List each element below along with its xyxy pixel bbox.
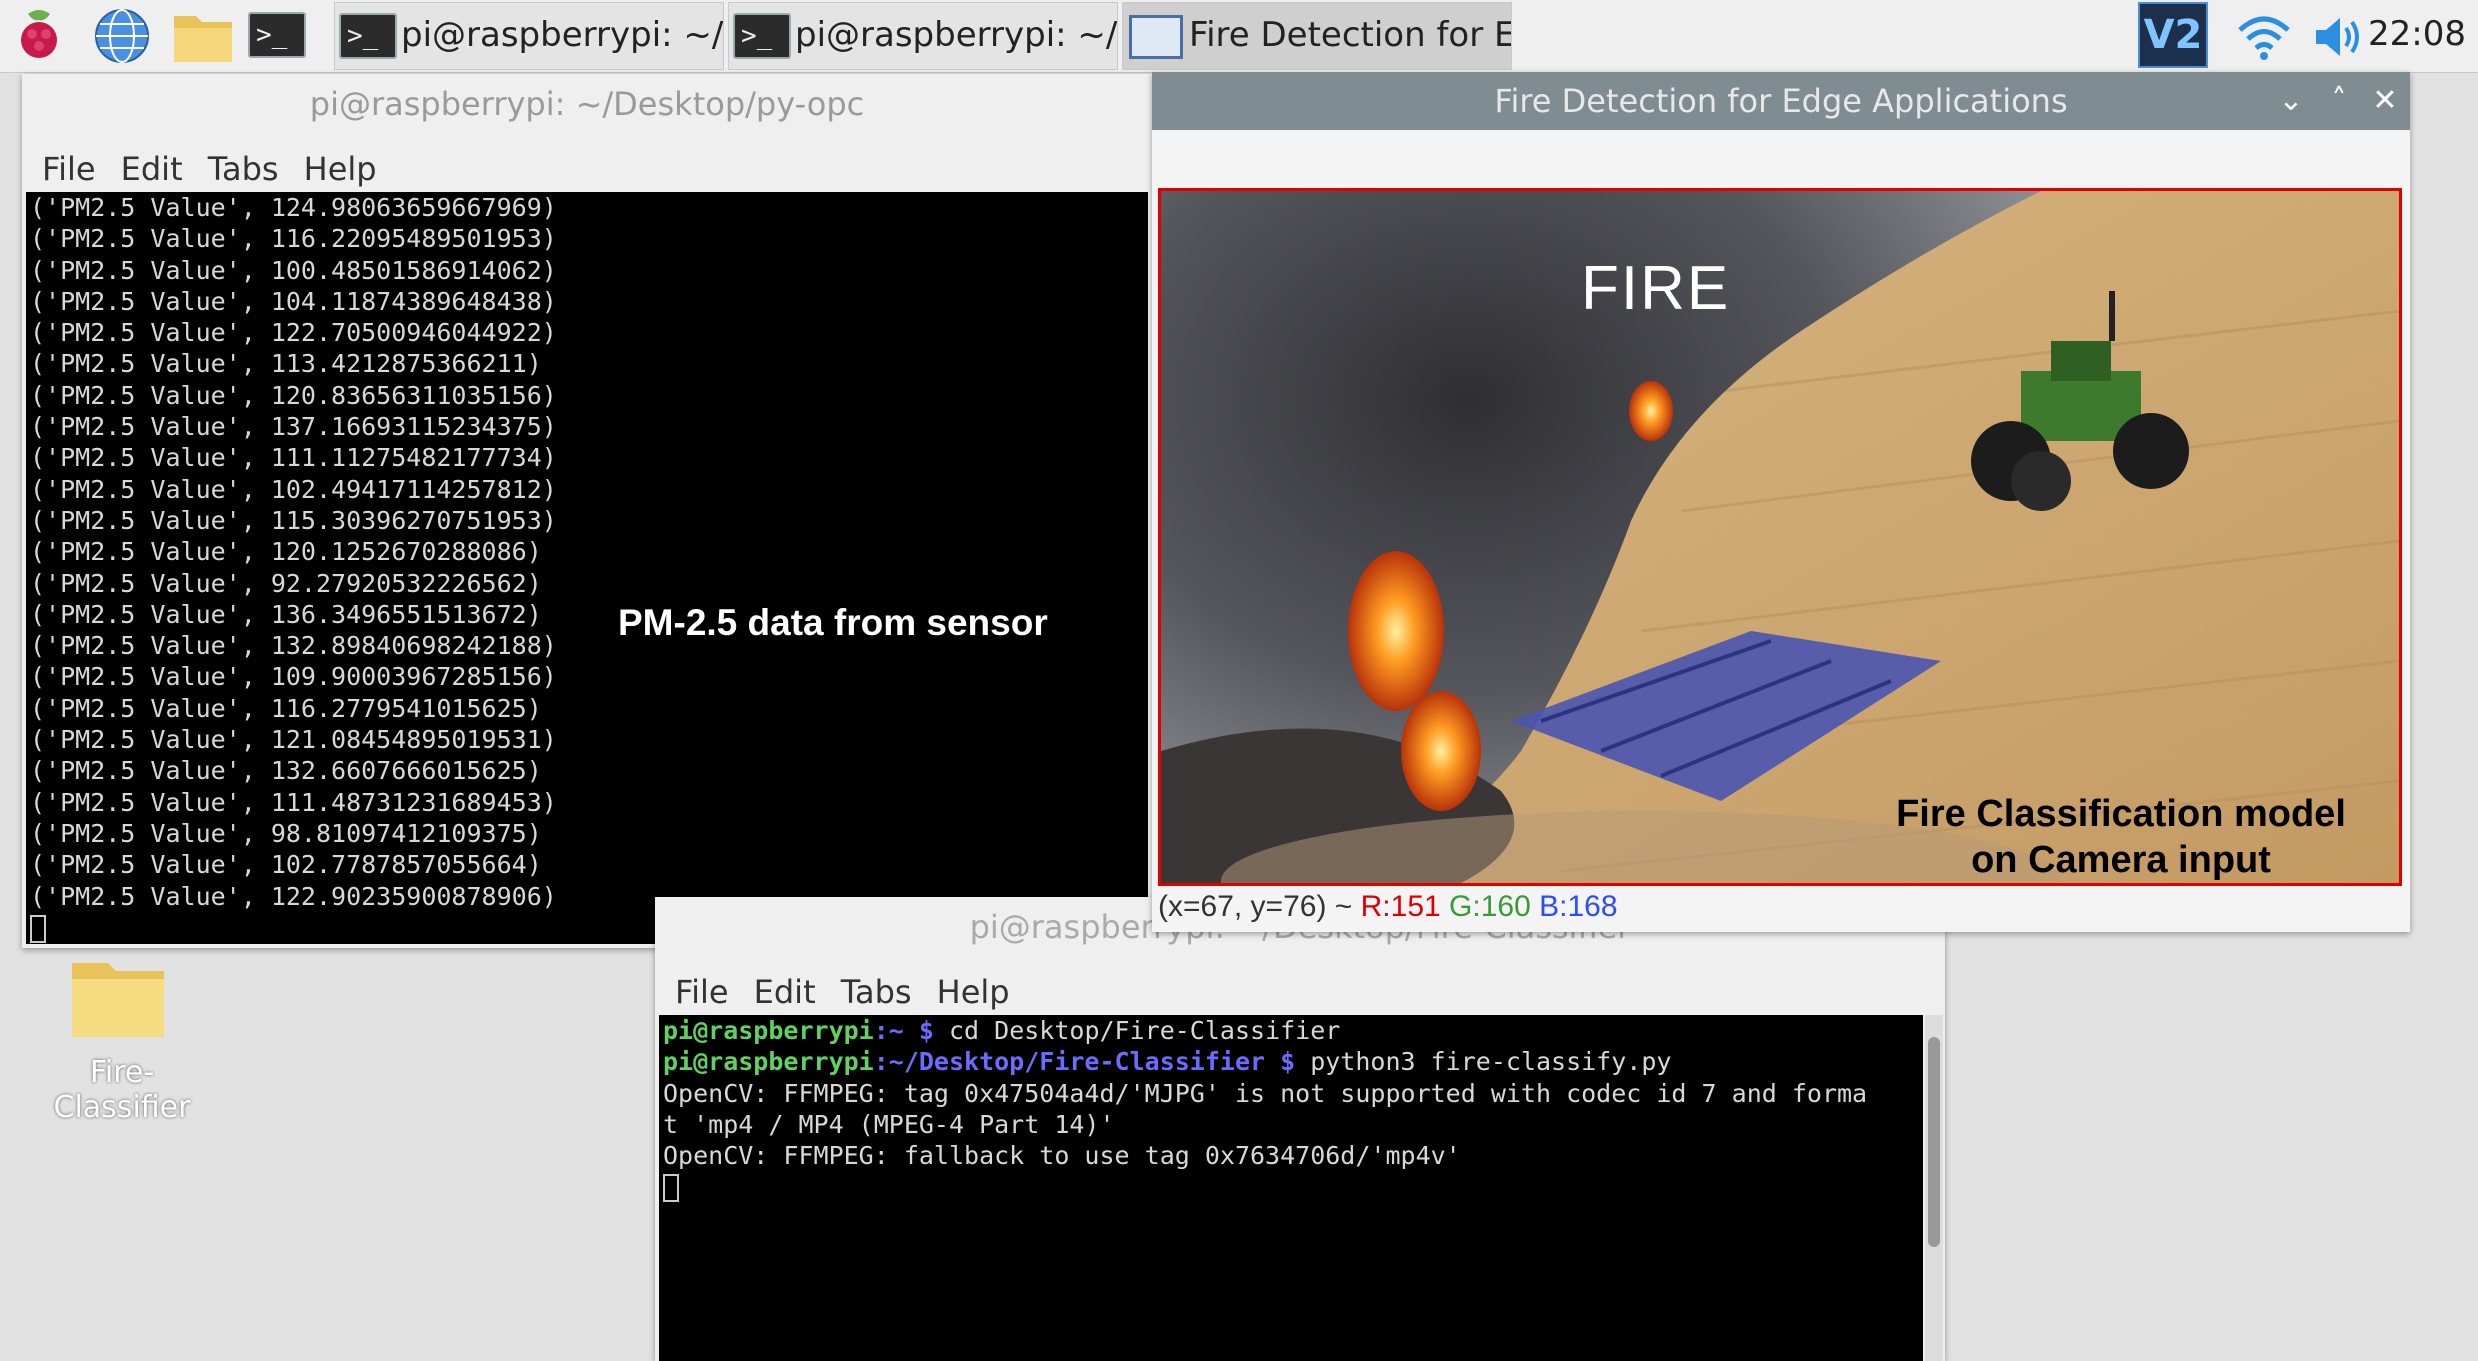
raspberry-menu-icon[interactable]	[8, 4, 70, 66]
file-manager-icon[interactable]	[170, 6, 236, 66]
menu-help[interactable]: Help	[937, 973, 1010, 1011]
wifi-icon[interactable]	[2236, 12, 2292, 62]
task-label: pi@raspberrypi: ~/De...	[401, 15, 724, 55]
annotation-line: on Camera input	[1971, 839, 2271, 881]
terminal-line: ('PM2.5 Value', 116.2779541015625)	[30, 693, 542, 723]
menu-bar: File Edit Tabs Help	[655, 959, 1945, 1021]
status-coords: (x=67, y=76) ~	[1158, 890, 1353, 923]
terminal-cursor	[30, 914, 46, 943]
terminal-line: OpenCV: FFMPEG: tag 0x47504a4d/'MJPG' is…	[663, 1078, 1868, 1108]
terminal-line: ('PM2.5 Value', 92.27920532226562)	[30, 568, 542, 598]
menu-tabs[interactable]: Tabs	[208, 150, 279, 188]
terminal-line: ('PM2.5 Value', 100.48501586914062)	[30, 255, 557, 285]
taskbar-task-terminal-1[interactable]: >_ pi@raspberrypi: ~/De...	[334, 2, 724, 70]
terminal-launcher-icon[interactable]: >_	[248, 12, 306, 58]
terminal-output[interactable]: ('PM2.5 Value', 124.98063659667969) ('PM2…	[26, 192, 1148, 944]
terminal-line: ('PM2.5 Value', 102.7787857055664)	[30, 850, 542, 880]
annotation-pm25: PM-2.5 data from sensor	[618, 602, 1048, 643]
clock[interactable]: 22:08	[2368, 14, 2466, 54]
menu-file[interactable]: File	[42, 150, 96, 188]
terminal-line: ('PM2.5 Value', 132.6607666015625)	[30, 756, 542, 786]
maximize-icon[interactable]: ˄	[2320, 82, 2358, 120]
menu-edit[interactable]: Edit	[754, 973, 816, 1011]
menu-bar: File Edit Tabs Help	[22, 136, 1152, 198]
terminal-line: ('PM2.5 Value', 121.08454895019531)	[30, 725, 557, 755]
status-red: R:151	[1360, 890, 1441, 923]
task-label: Fire Detection for Edg...	[1189, 15, 1511, 55]
annotation-line: Fire Classification model	[1896, 793, 2346, 835]
terminal-line: pi@raspberrypi:~ $ cd Desktop/Fire-Class…	[663, 1016, 1341, 1045]
fire-detection-window: Fire Detection for Edge Applications ⌄ ˄…	[1152, 72, 2410, 932]
window-title[interactable]: Fire Detection for Edge Applications	[1152, 72, 2410, 130]
prediction-label: FIRE	[1581, 254, 1731, 323]
window-icon	[1129, 15, 1183, 59]
terminal-line: ('PM2.5 Value', 120.83656311035156)	[30, 380, 557, 410]
terminal-line: ('PM2.5 Value', 111.11275482177734)	[30, 443, 557, 473]
camera-frame: FIRE Fire Classification model on Camera…	[1158, 188, 2402, 886]
terminal-output[interactable]: pi@raspberrypi:~ $ cd Desktop/Fire-Class…	[659, 1015, 1923, 1361]
terminal-line: ('PM2.5 Value', 102.49417114257812)	[30, 474, 557, 504]
folder-label: Fire-Classifier	[53, 1055, 191, 1125]
terminal-icon: >_	[733, 13, 791, 59]
terminal-line: ('PM2.5 Value', 109.90003967285156)	[30, 662, 557, 692]
taskbar-task-terminal-2[interactable]: >_ pi@raspberrypi: ~/De...	[728, 2, 1118, 70]
terminal-icon: >_	[339, 13, 397, 59]
terminal-line: ('PM2.5 Value', 116.22095489501953)	[30, 224, 557, 254]
menu-help[interactable]: Help	[304, 150, 377, 188]
status-blue: B:168	[1539, 890, 1618, 923]
terminal-line: ('PM2.5 Value', 115.30396270751953)	[30, 505, 557, 535]
pixel-status-bar: (x=67, y=76) ~ R:151 G:160 B:168	[1158, 890, 1618, 924]
web-browser-icon[interactable]	[92, 6, 152, 66]
folder-icon	[72, 963, 164, 1037]
annotation-fire-classification: Fire Classification model on Camera inpu…	[1851, 791, 2391, 883]
terminal-line: ('PM2.5 Value', 104.11874389648438)	[30, 286, 557, 316]
terminal-line: t 'mp4 / MP4 (MPEG-4 Part 14)'	[663, 1109, 1115, 1139]
minimize-icon[interactable]: ⌄	[2272, 82, 2310, 120]
terminal-window-fire-classifier: pi@raspberrypi: ~/Desktop/Fire-Classifie…	[655, 897, 1945, 1361]
taskbar: >_ >_ pi@raspberrypi: ~/De... >_ pi@rasp…	[0, 0, 2478, 73]
terminal-window-py-opc: pi@raspberrypi: ~/Desktop/py-opc File Ed…	[22, 74, 1152, 948]
vnc-icon[interactable]: V2	[2138, 2, 2208, 68]
terminal-line: ('PM2.5 Value', 98.81097412109375)	[30, 818, 542, 848]
terminal-line: ('PM2.5 Value', 137.16693115234375)	[30, 412, 557, 442]
scrollbar[interactable]	[1925, 1015, 1943, 1361]
menu-tabs[interactable]: Tabs	[841, 973, 912, 1011]
window-title[interactable]: pi@raspberrypi: ~/Desktop/py-opc	[22, 74, 1152, 134]
terminal-line: ('PM2.5 Value', 124.98063659667969)	[30, 193, 557, 222]
taskbar-task-fire-detection[interactable]: Fire Detection for Edg...	[1122, 2, 1512, 70]
status-green: G:160	[1449, 890, 1531, 923]
menu-edit[interactable]: Edit	[121, 150, 183, 188]
camera-image	[1161, 191, 2399, 883]
terminal-line: ('PM2.5 Value', 111.48731231689453)	[30, 787, 557, 817]
terminal-line: ('PM2.5 Value', 113.4212875366211)	[30, 349, 542, 379]
scrollbar-thumb[interactable]	[1928, 1037, 1940, 1247]
close-icon[interactable]: ✕	[2366, 82, 2404, 120]
volume-icon[interactable]	[2310, 12, 2370, 62]
terminal-line: ('PM2.5 Value', 120.1252670288086)	[30, 537, 542, 567]
menu-file[interactable]: File	[675, 973, 729, 1011]
terminal-line: OpenCV: FFMPEG: fallback to use tag 0x76…	[663, 1141, 1461, 1171]
terminal-line: ('PM2.5 Value', 122.70500946044922)	[30, 318, 557, 348]
terminal-cursor	[663, 1174, 679, 1203]
task-label: pi@raspberrypi: ~/De...	[795, 15, 1118, 55]
terminal-line: pi@raspberrypi:~/Desktop/Fire-Classifier…	[663, 1047, 1672, 1077]
